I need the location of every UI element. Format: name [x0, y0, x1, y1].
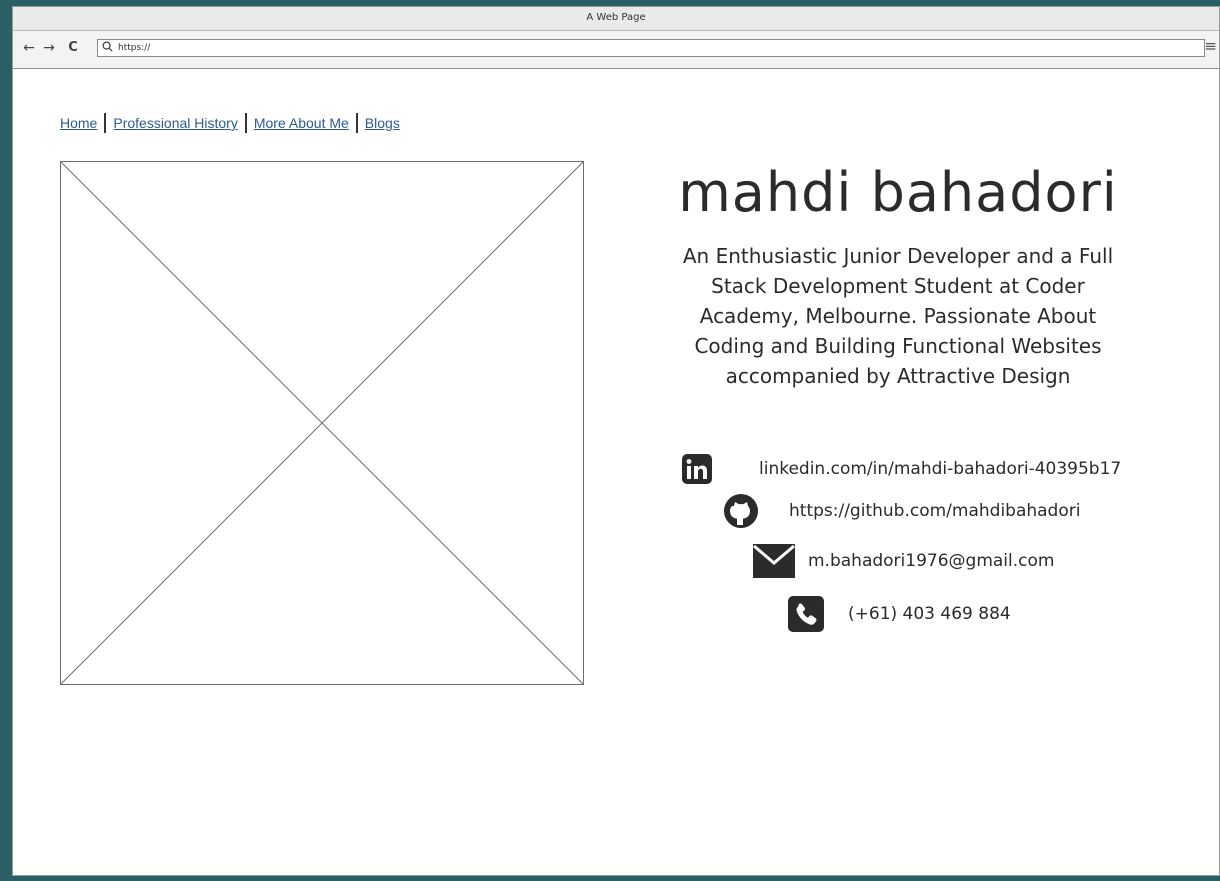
nav-more-about-me[interactable]: More About Me: [254, 115, 349, 131]
github-icon: [723, 493, 759, 529]
phone-number: (+61) 403 469 884: [848, 604, 1011, 624]
nav-separator: [104, 113, 107, 133]
window-title: A Web Page: [13, 7, 1219, 31]
nav-blogs[interactable]: Blogs: [365, 115, 400, 131]
linkedin-url: linkedin.com/in/mahdi-bahadori-40395b17: [759, 459, 1122, 479]
nav-separator: [355, 113, 358, 133]
github-url: https://github.com/mahdibahadori: [789, 501, 1081, 521]
address-bar[interactable]: https://: [97, 39, 1205, 57]
profile-image-placeholder: [60, 161, 584, 685]
page-content: Home Professional History More About Me …: [13, 69, 1219, 875]
search-icon: [102, 41, 113, 57]
profile-bio: An Enthusiastic Junior Developer and a F…: [682, 244, 1114, 388]
browser-toolbar: ← → C https:// ≡: [13, 31, 1219, 69]
contact-phone[interactable]: (+61) 403 469 884: [788, 596, 1011, 632]
contact-linkedin[interactable]: linkedin.com/in/mahdi-bahadori-40395b17: [679, 451, 1121, 487]
top-nav: Home Professional History More About Me …: [60, 113, 400, 133]
contact-github[interactable]: https://github.com/mahdibahadori: [723, 493, 1080, 529]
menu-icon[interactable]: ≡: [1204, 37, 1217, 55]
forward-icon[interactable]: →: [41, 39, 57, 57]
profile-name: mahdi bahadori: [678, 161, 1118, 224]
reload-icon[interactable]: C: [65, 39, 81, 57]
contact-email[interactable]: m.bahadori1976@gmail.com: [752, 543, 1054, 579]
email-address: m.bahadori1976@gmail.com: [808, 551, 1055, 571]
nav-separator: [244, 113, 247, 133]
linkedin-icon: [679, 451, 715, 487]
url-text: https://: [118, 43, 151, 53]
browser-window: A Web Page ← → C https:// ≡ Home Profess…: [12, 6, 1220, 876]
nav-professional-history[interactable]: Professional History: [113, 115, 238, 131]
back-icon[interactable]: ←: [21, 39, 37, 57]
phone-icon: [788, 596, 824, 632]
nav-home[interactable]: Home: [60, 115, 97, 131]
mail-icon: [752, 543, 796, 579]
